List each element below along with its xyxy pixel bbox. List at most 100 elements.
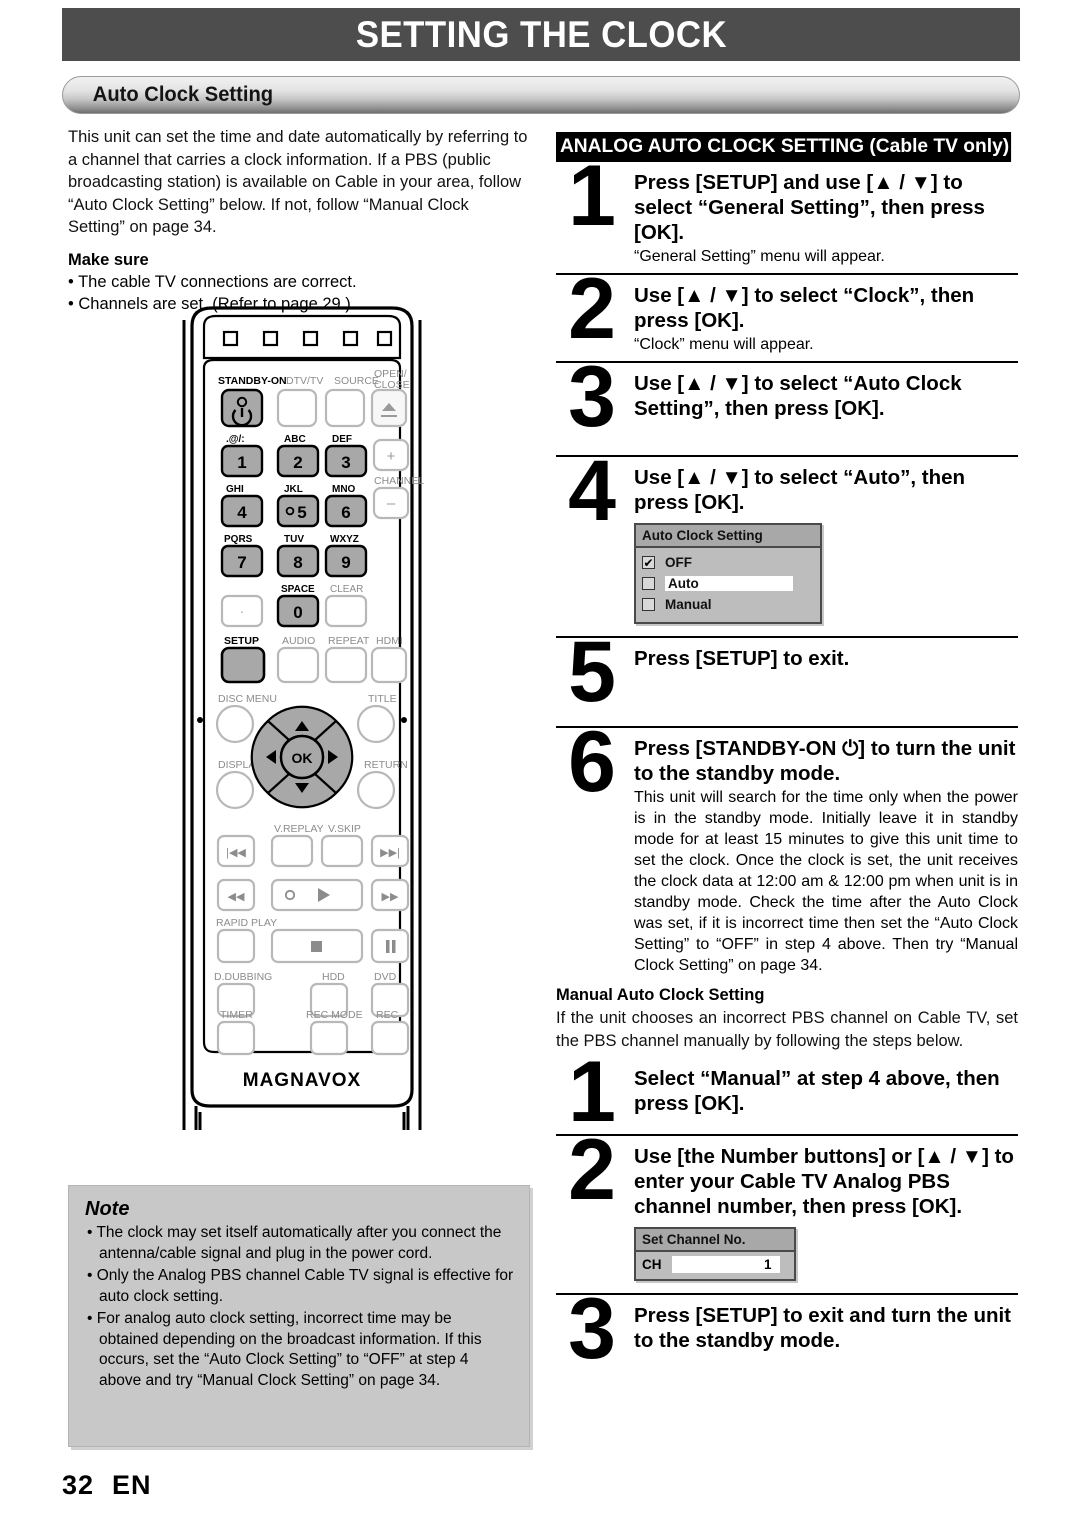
manual-page: SETTING THE CLOCK Auto Clock Setting Thi… xyxy=(0,0,1080,1526)
step-number: 5 xyxy=(568,624,616,720)
svg-text:WXYZ: WXYZ xyxy=(330,534,359,545)
step-number: 3 xyxy=(568,1281,616,1377)
channel-label: CH xyxy=(642,1257,662,1272)
channel-value-field[interactable]: 1 xyxy=(671,1256,780,1273)
svg-text:CHANNEL: CHANNEL xyxy=(374,475,424,487)
svg-text:◀◀: ◀◀ xyxy=(228,891,245,903)
svg-text:ABC: ABC xyxy=(284,434,306,445)
step-heading: Press [STANDBY-ON ⏻] to turn the unit to… xyxy=(634,737,1016,785)
manual-step-1: 1 Select “Manual” at step 4 above, then … xyxy=(556,1049,1018,1135)
set-channel-dialog: Set Channel No. CH 1 xyxy=(634,1227,796,1281)
svg-text:|◀◀: |◀◀ xyxy=(226,847,246,859)
svg-text:.@/:: .@/: xyxy=(226,434,245,445)
step-1: 1 Press [SETUP] and use [▲ / ▼] to selec… xyxy=(556,153,1018,267)
step-heading: Press [SETUP] and use [▲ / ▼] to select … xyxy=(634,171,985,244)
page-footer: 32 EN xyxy=(62,1470,152,1501)
step-number: 4 xyxy=(568,443,616,539)
svg-text:PQRS: PQRS xyxy=(224,534,253,545)
svg-text:8: 8 xyxy=(293,553,302,572)
step-subtext: “General Setting” menu will appear. xyxy=(634,248,885,265)
step-2: 2 Use [▲ / ▼] to select “Clock”, then pr… xyxy=(556,266,1018,355)
svg-text:MNO: MNO xyxy=(332,484,356,495)
page-number: 32 xyxy=(62,1470,95,1500)
checkbox-icon[interactable] xyxy=(642,577,655,590)
step-heading: Use [▲ / ▼] to select “Clock”, then pres… xyxy=(634,284,975,332)
svg-text:▶▶|: ▶▶| xyxy=(380,847,400,859)
list-item: • Only the Analog PBS channel Cable TV s… xyxy=(87,1267,514,1305)
section-title: Auto Clock Setting xyxy=(92,83,274,106)
option-label: Auto xyxy=(665,576,793,591)
list-item: • For analog auto clock setting, incorre… xyxy=(87,1310,482,1389)
note-title: Note xyxy=(85,1198,130,1220)
manual-section-intro: If the unit chooses an incorrect PBS cha… xyxy=(556,1009,1018,1050)
step-heading: Press [SETUP] to exit and turn the unit … xyxy=(634,1304,1012,1352)
step-6: 6 Press [STANDBY-ON ⏻] to turn the unit … xyxy=(556,719,1018,976)
intro-paragraph: This unit can set the time and date auto… xyxy=(68,128,528,236)
svg-text:RAPID PLAY: RAPID PLAY xyxy=(216,917,277,929)
svg-text:SOURCE: SOURCE xyxy=(334,375,379,387)
svg-text:TIMER: TIMER xyxy=(220,1009,253,1021)
svg-text:TUV: TUV xyxy=(284,534,304,545)
svg-text:HDMI: HDMI xyxy=(376,635,403,647)
svg-text:REC MODE: REC MODE xyxy=(306,1009,363,1021)
step-subtext: This unit will search for the time only … xyxy=(634,789,1018,974)
left-column: This unit can set the time and date auto… xyxy=(68,126,530,316)
svg-text:V.SKIP: V.SKIP xyxy=(328,823,361,835)
step-number: 2 xyxy=(568,1122,616,1218)
dialog-title: Set Channel No. xyxy=(636,1229,794,1252)
step-number: 1 xyxy=(568,1044,616,1140)
step-4: 4 Use [▲ / ▼] to select “Auto”, then pre… xyxy=(556,448,1018,624)
step-heading: Select “Manual” at step 4 above, then pr… xyxy=(634,1067,1000,1115)
option-label: OFF xyxy=(665,555,692,570)
svg-text:AUDIO: AUDIO xyxy=(282,635,315,647)
remote-control-illustration: STANDBY-ON DTV/TV SOURCE OPEN/ CLOSE .@/… xyxy=(178,300,426,1130)
checkbox-checked-icon[interactable]: ✔ xyxy=(642,556,655,569)
svg-text:HDD: HDD xyxy=(322,971,345,983)
svg-text:1: 1 xyxy=(237,453,246,472)
make-sure-heading: Make sure xyxy=(68,250,149,269)
svg-text:7: 7 xyxy=(237,553,246,572)
step-number: 2 xyxy=(568,261,616,357)
svg-text:MAGNAVOX: MAGNAVOX xyxy=(243,1070,361,1091)
svg-text:V.REPLAY: V.REPLAY xyxy=(274,823,324,835)
auto-clock-setting-dialog: Auto Clock Setting ✔ OFF Auto Manual xyxy=(634,523,822,624)
manual-step-3: 3 Press [SETUP] to exit and turn the uni… xyxy=(556,1286,1018,1372)
manual-section-title: Manual Auto Clock Setting xyxy=(556,986,765,1004)
right-column: ANALOG AUTO CLOCK SETTING (Cable TV only… xyxy=(556,132,1018,1372)
option-row-auto[interactable]: Auto xyxy=(642,574,814,593)
svg-text:OK: OK xyxy=(292,750,313,766)
language-code: EN xyxy=(112,1470,152,1500)
step-heading: Use [▲ / ▼] to select “Auto Clock Settin… xyxy=(634,372,962,420)
svg-text:–: – xyxy=(387,495,396,512)
manual-step-2: 2 Use [the Number buttons] or [▲ / ▼] to… xyxy=(556,1127,1018,1281)
checkbox-icon[interactable] xyxy=(642,598,655,611)
svg-text:3: 3 xyxy=(341,453,350,472)
svg-text:9: 9 xyxy=(341,553,350,572)
svg-text:SETUP: SETUP xyxy=(224,635,259,647)
svg-text:2: 2 xyxy=(293,453,302,472)
step-heading: Press [SETUP] to exit. xyxy=(634,647,850,670)
svg-text:JKL: JKL xyxy=(284,484,303,495)
step-heading: Use [▲ / ▼] to select “Auto”, then press… xyxy=(634,466,966,514)
dialog-title: Auto Clock Setting xyxy=(636,525,820,548)
svg-text:·: · xyxy=(240,604,244,619)
svg-text:RETURN: RETURN xyxy=(364,759,408,771)
option-label: Manual xyxy=(665,597,712,612)
svg-text:4: 4 xyxy=(237,503,247,522)
note-box: Note • The clock may set itself automati… xyxy=(68,1185,530,1447)
step-number: 3 xyxy=(568,349,616,445)
section-title-bar: Auto Clock Setting xyxy=(62,76,1020,114)
step-3: 3 Use [▲ / ▼] to select “Auto Clock Sett… xyxy=(556,354,1018,449)
svg-text:REPEAT: REPEAT xyxy=(328,635,370,647)
svg-text:STANDBY-ON: STANDBY-ON xyxy=(218,375,287,387)
svg-text:SPACE: SPACE xyxy=(281,584,315,595)
svg-text:GHI: GHI xyxy=(226,484,244,495)
list-item: • The clock may set itself automatically… xyxy=(87,1224,502,1262)
svg-text:6: 6 xyxy=(341,503,350,522)
svg-text:5: 5 xyxy=(297,503,306,522)
svg-text:CLEAR: CLEAR xyxy=(330,584,363,595)
option-row-manual[interactable]: Manual xyxy=(642,595,814,614)
channel-input-row[interactable]: CH 1 xyxy=(636,1252,794,1279)
page-title-bar: SETTING THE CLOCK xyxy=(62,8,1020,61)
option-row-off[interactable]: ✔ OFF xyxy=(642,553,814,572)
